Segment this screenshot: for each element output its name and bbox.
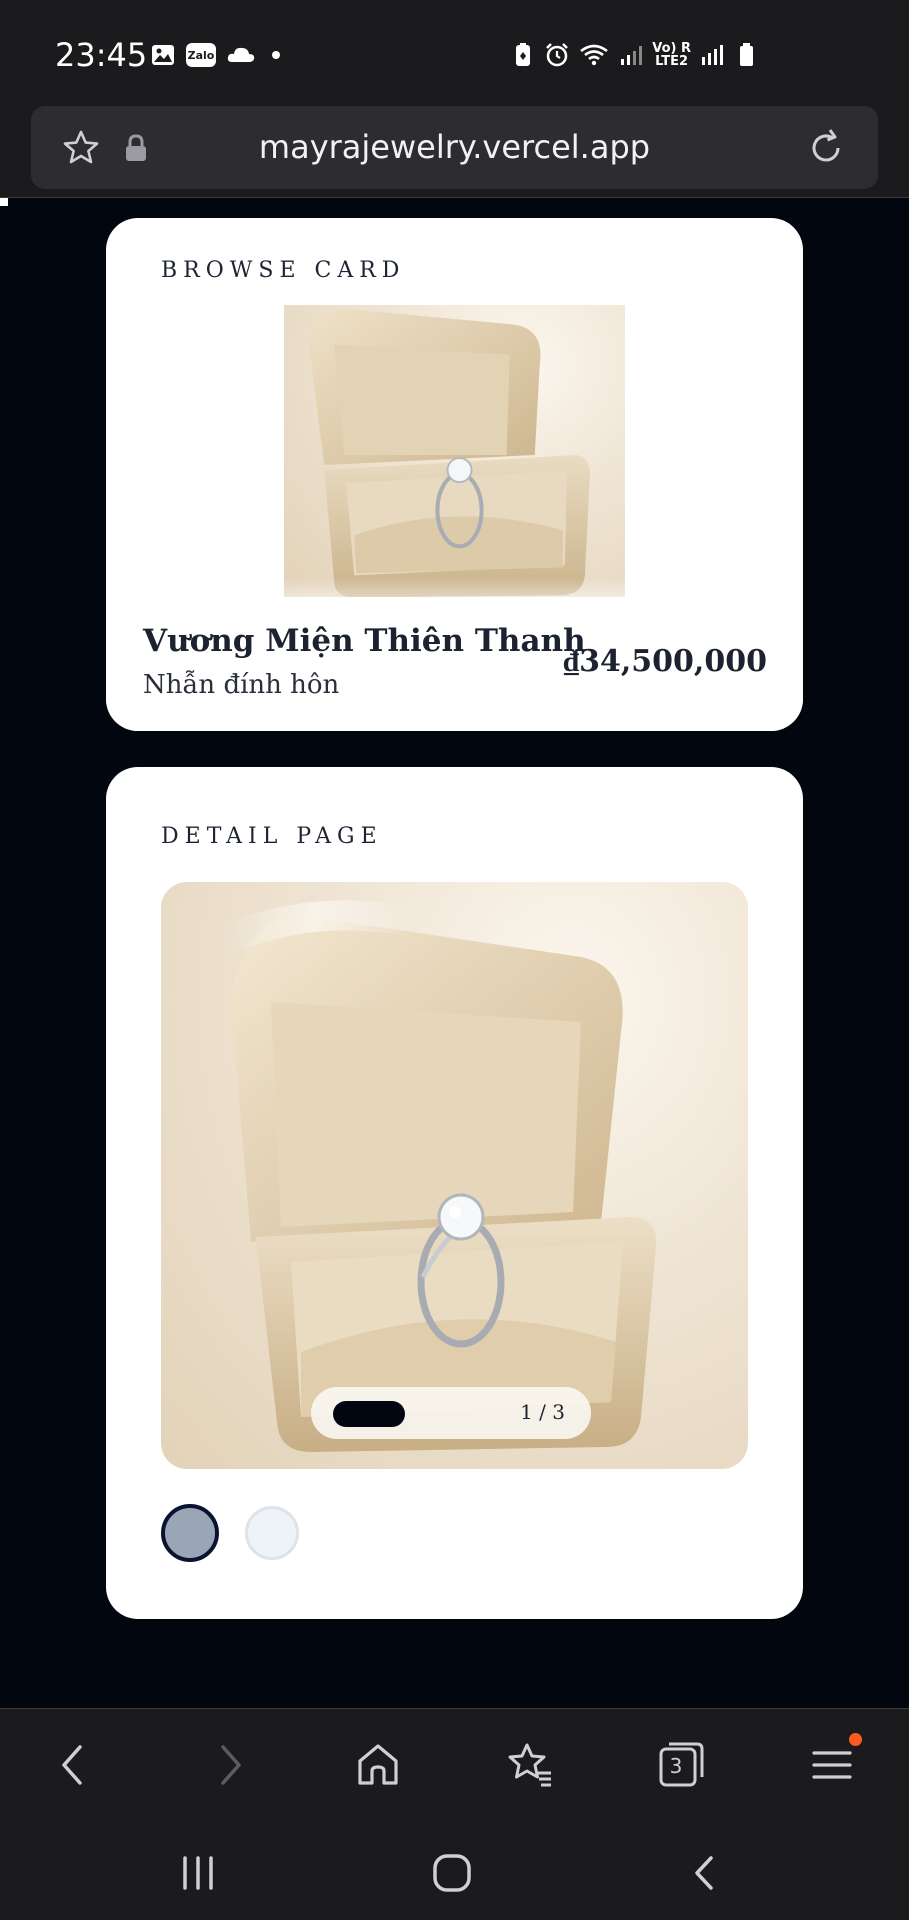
back-button[interactable]: [48, 1739, 100, 1791]
gallery-progress-indicator: [333, 1401, 405, 1427]
browser-bottom-nav: 3: [0, 1708, 909, 1818]
color-swatch-white[interactable]: [245, 1506, 299, 1560]
gallery-pager[interactable]: 1 / 3: [311, 1387, 591, 1439]
reload-icon[interactable]: [804, 126, 848, 170]
cloud-icon: [227, 47, 255, 62]
detail-card: DETAIL PAGE 1 / 3: [106, 767, 803, 1619]
url-bar[interactable]: mayrajewelry.vercel.app: [31, 106, 878, 189]
wifi-icon: [580, 44, 609, 66]
system-navigation-bar: [0, 1818, 909, 1920]
network-type-label: Vo) R LTE2: [652, 42, 691, 68]
network-label-bottom: LTE2: [655, 54, 689, 69]
system-back-button[interactable]: [683, 1850, 729, 1896]
menu-button[interactable]: [806, 1733, 862, 1791]
system-back-icon: [695, 1856, 713, 1890]
browse-card[interactable]: BROWSE CARD Vương Miện Thiên Thanh Nhẫn …: [106, 218, 803, 731]
status-left-icons: Zalo: [150, 42, 280, 68]
battery-saver-icon: [516, 43, 531, 66]
notification-dot: [849, 1733, 862, 1746]
image-icon: [152, 45, 174, 65]
home-icon: [358, 1744, 398, 1785]
system-home-button[interactable]: [429, 1850, 475, 1896]
detail-page-label: DETAIL PAGE: [161, 824, 383, 849]
bookmarks-button[interactable]: [503, 1739, 555, 1791]
browser-toolbar: mayrajewelry.vercel.app: [0, 100, 909, 198]
signal-icon: [621, 46, 643, 65]
product-gallery-image[interactable]: 1 / 3: [161, 882, 748, 1469]
bookmarks-icon: [508, 1743, 551, 1787]
dot-icon: [272, 51, 280, 59]
page-load-indicator: [0, 198, 8, 206]
color-swatch-silver[interactable]: [161, 1504, 219, 1562]
product-name[interactable]: Vương Miện Thiên Thanh: [143, 623, 586, 659]
product-category: Nhẫn đính hôn: [143, 670, 340, 700]
home-button[interactable]: [352, 1739, 404, 1791]
browse-card-label: BROWSE CARD: [161, 258, 406, 283]
status-time: 23:45: [55, 36, 148, 74]
product-image[interactable]: [284, 305, 625, 597]
alarm-icon: [546, 43, 569, 67]
zalo-icon: Zalo: [186, 43, 216, 67]
recent-apps-icon: [183, 1856, 213, 1890]
tabs-button[interactable]: 3: [655, 1739, 707, 1791]
forward-button[interactable]: [203, 1739, 255, 1791]
status-bar: 23:45 Zalo Vo) R LTE2: [0, 0, 909, 100]
status-right-icons: Vo) R LTE2: [510, 42, 759, 68]
home-circle-icon: [433, 1854, 471, 1892]
forward-icon: [221, 1745, 241, 1785]
battery-icon: [740, 43, 753, 66]
back-icon: [62, 1745, 82, 1785]
tab-count: 3: [669, 1754, 683, 1778]
signal-icon-2: [702, 45, 723, 65]
gallery-page-count: 1 / 3: [520, 1400, 565, 1424]
url-text[interactable]: mayrajewelry.vercel.app: [31, 128, 878, 166]
product-price: ₫34,500,000: [563, 644, 767, 679]
menu-icon: [812, 1751, 852, 1779]
recent-apps-button[interactable]: [175, 1850, 221, 1896]
